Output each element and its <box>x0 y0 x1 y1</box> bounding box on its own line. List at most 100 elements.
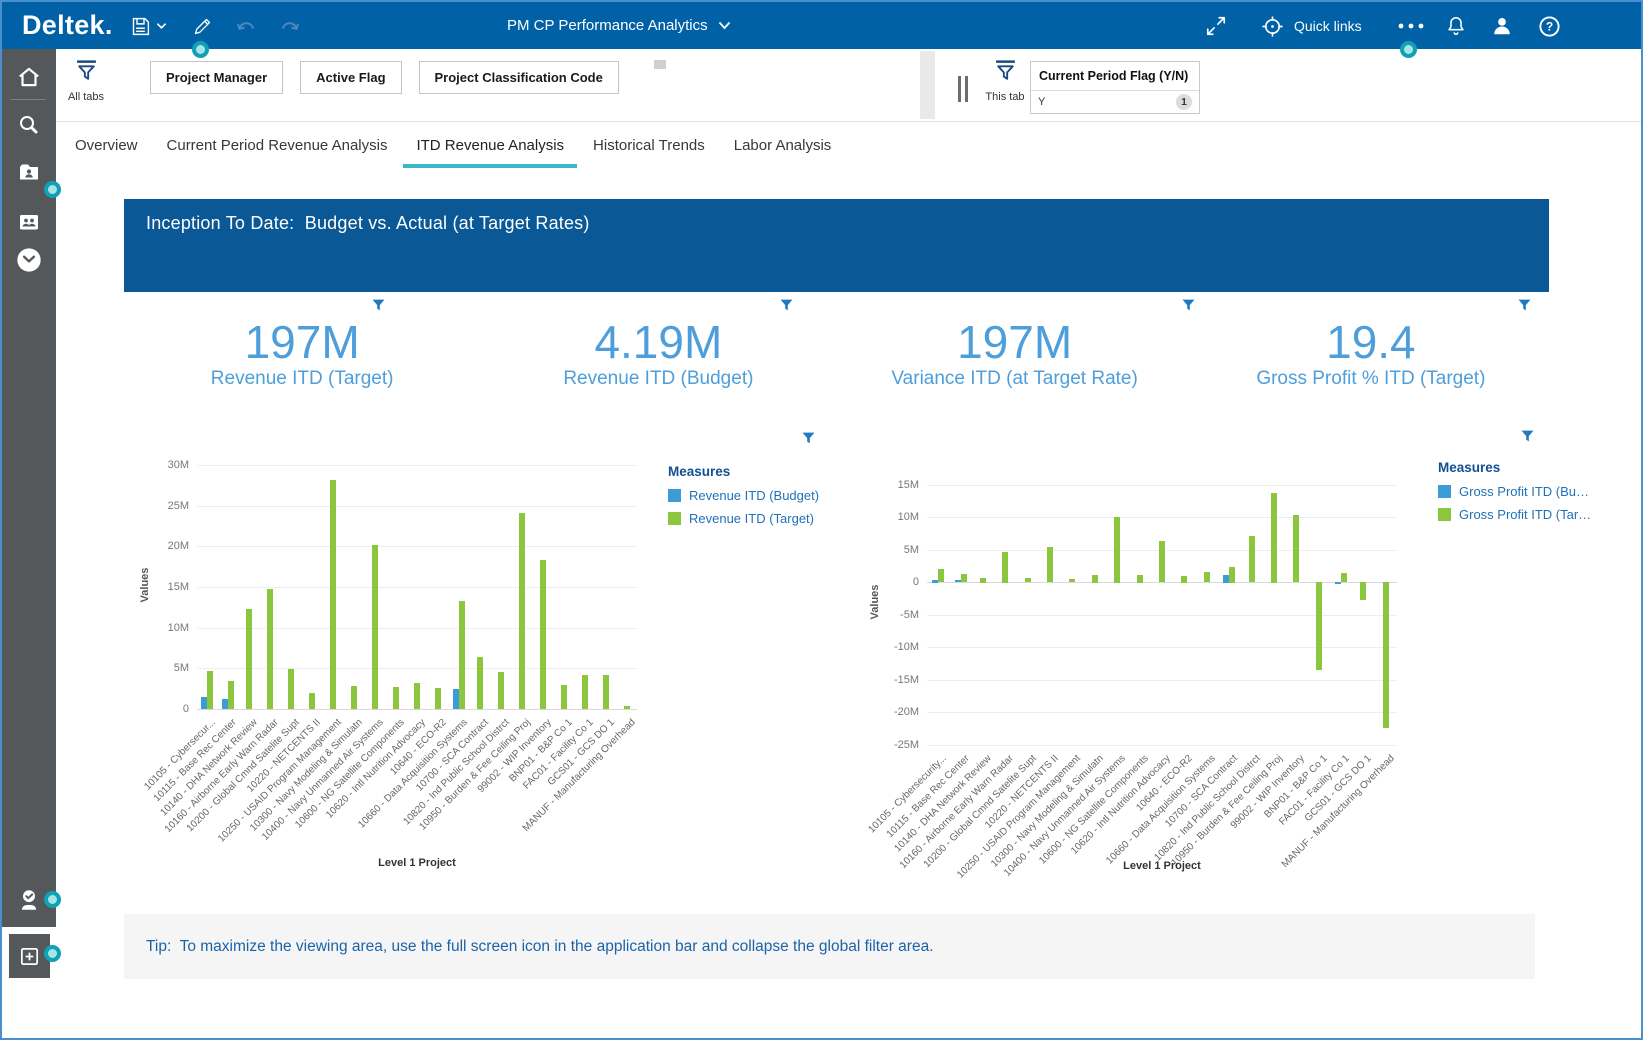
bar[interactable] <box>1137 575 1143 583</box>
edit-pencil-icon[interactable] <box>190 14 214 38</box>
kpi-card: 197M Variance ITD (at Target Rate) <box>837 292 1195 414</box>
bar[interactable] <box>961 574 967 582</box>
quick-links-icon[interactable] <box>1260 14 1284 38</box>
global-filter-button-project-manager[interactable]: Project Manager <box>150 61 284 94</box>
bar[interactable] <box>1069 579 1075 582</box>
legend-item[interactable]: Gross Profit ITD (Bu… <box>1438 484 1591 499</box>
chart-filter-funnel-icon[interactable] <box>1521 430 1534 442</box>
bar[interactable] <box>267 589 273 709</box>
gridline <box>927 517 1397 518</box>
bar[interactable] <box>498 672 504 709</box>
kpi-card: 19.4 Gross Profit % ITD (Target) <box>1193 292 1549 414</box>
bar[interactable] <box>1335 582 1341 584</box>
bar[interactable] <box>1316 582 1322 670</box>
dashboard-title[interactable]: PM CP Performance Analytics <box>507 2 731 49</box>
legend-label: Revenue ITD (Budget) <box>689 488 820 503</box>
tab-historical-trends[interactable]: Historical Trends <box>593 122 705 168</box>
contacts-folder-icon[interactable] <box>2 205 56 239</box>
bar[interactable] <box>1249 536 1255 582</box>
bar[interactable] <box>1229 567 1235 583</box>
x-axis-title: Level 1 Project <box>1123 860 1201 872</box>
bar[interactable] <box>582 675 588 709</box>
charts-row: 0 5M 10M 15M 20M 25M 30M 10105 - Cybersecur... 1… <box>124 417 1591 914</box>
bar[interactable] <box>1271 493 1277 583</box>
gridline <box>927 745 1397 746</box>
this-tab-filter[interactable]: This tab <box>976 59 1034 103</box>
bar[interactable] <box>540 560 546 709</box>
bar[interactable] <box>435 688 441 709</box>
tab-current-period-revenue-analysis[interactable]: Current Period Revenue Analysis <box>167 122 388 168</box>
panel-resize-handle[interactable] <box>958 76 970 102</box>
chart-filter-funnel-icon[interactable] <box>802 432 815 444</box>
bar[interactable] <box>246 609 252 709</box>
bar[interactable] <box>1181 576 1187 583</box>
bar[interactable] <box>1092 575 1098 583</box>
all-tabs-filter[interactable]: All tabs <box>62 59 110 103</box>
tab-overview[interactable]: Overview <box>75 122 138 168</box>
walkthrough-hotspot[interactable] <box>192 41 209 58</box>
legend-label: Gross Profit ITD (Bu… <box>1459 484 1590 499</box>
bar[interactable] <box>372 545 378 709</box>
bar[interactable] <box>1047 547 1053 582</box>
global-filter-button-project-classification-code[interactable]: Project Classification Code <box>418 61 619 94</box>
bar[interactable] <box>393 687 399 709</box>
user-profile-icon[interactable] <box>1490 14 1514 38</box>
sidebar-divider <box>10 99 46 100</box>
bar[interactable] <box>938 569 944 582</box>
tip-bar: Tip: To maximize the viewing area, use t… <box>124 914 1535 979</box>
bar[interactable] <box>477 657 483 709</box>
legend-item[interactable]: Revenue ITD (Target) <box>668 511 819 526</box>
save-chevron-icon[interactable] <box>154 14 168 38</box>
quick-links-label[interactable]: Quick links <box>1294 2 1362 49</box>
gridline <box>197 587 637 588</box>
bar[interactable] <box>980 578 986 583</box>
bar[interactable] <box>1360 582 1366 600</box>
walkthrough-hotspot[interactable] <box>44 181 61 198</box>
fullscreen-icon[interactable] <box>1204 14 1228 38</box>
bar[interactable] <box>414 683 420 709</box>
walkthrough-hotspot[interactable] <box>44 891 61 908</box>
bar[interactable] <box>288 669 294 709</box>
global-filter-button-active-flag[interactable]: Active Flag <box>300 61 402 94</box>
history-clock-icon[interactable] <box>2 243 56 277</box>
kpi-filter-funnel-icon[interactable] <box>780 299 793 311</box>
bar[interactable] <box>1293 515 1299 582</box>
tab-labor-analysis[interactable]: Labor Analysis <box>734 122 832 168</box>
legend-swatch <box>668 489 681 502</box>
bar[interactable] <box>1002 552 1008 583</box>
bar[interactable] <box>228 681 234 709</box>
kpi-filter-funnel-icon[interactable] <box>372 299 385 311</box>
kpi-filter-funnel-icon[interactable] <box>1518 299 1531 311</box>
bar[interactable] <box>1204 572 1210 582</box>
bar[interactable] <box>459 601 465 709</box>
bar[interactable] <box>1341 573 1347 582</box>
tab-itd-revenue-analysis[interactable]: ITD Revenue Analysis <box>403 122 577 168</box>
more-options-icon[interactable] <box>1396 14 1426 38</box>
gridline <box>197 506 637 507</box>
current-period-flag-filter[interactable]: Current Period Flag (Y/N) Y 1 <box>1030 61 1200 114</box>
bar[interactable] <box>351 686 357 709</box>
walkthrough-hotspot[interactable] <box>1400 41 1417 58</box>
bar[interactable] <box>207 671 213 709</box>
legend-item[interactable]: Revenue ITD (Budget) <box>668 488 819 503</box>
bar[interactable] <box>624 706 630 709</box>
bar[interactable] <box>603 675 609 709</box>
bar[interactable] <box>309 693 315 709</box>
scrollbar-thumb[interactable] <box>654 60 666 69</box>
home-icon[interactable] <box>2 60 56 94</box>
gridline <box>927 615 1397 616</box>
notifications-bell-icon[interactable] <box>1444 14 1468 38</box>
bar[interactable] <box>1383 582 1389 728</box>
legend-swatch <box>1438 508 1451 521</box>
walkthrough-hotspot[interactable] <box>44 945 61 962</box>
bar[interactable] <box>1114 517 1120 583</box>
bar[interactable] <box>330 480 336 709</box>
save-icon[interactable] <box>128 14 152 38</box>
bar[interactable] <box>1159 541 1165 582</box>
bar[interactable] <box>1025 578 1031 582</box>
legend-item[interactable]: Gross Profit ITD (Tar… <box>1438 507 1591 522</box>
search-icon[interactable] <box>2 108 56 142</box>
bar[interactable] <box>519 513 525 709</box>
help-icon[interactable]: ? <box>1537 14 1561 38</box>
bar[interactable] <box>561 685 567 709</box>
